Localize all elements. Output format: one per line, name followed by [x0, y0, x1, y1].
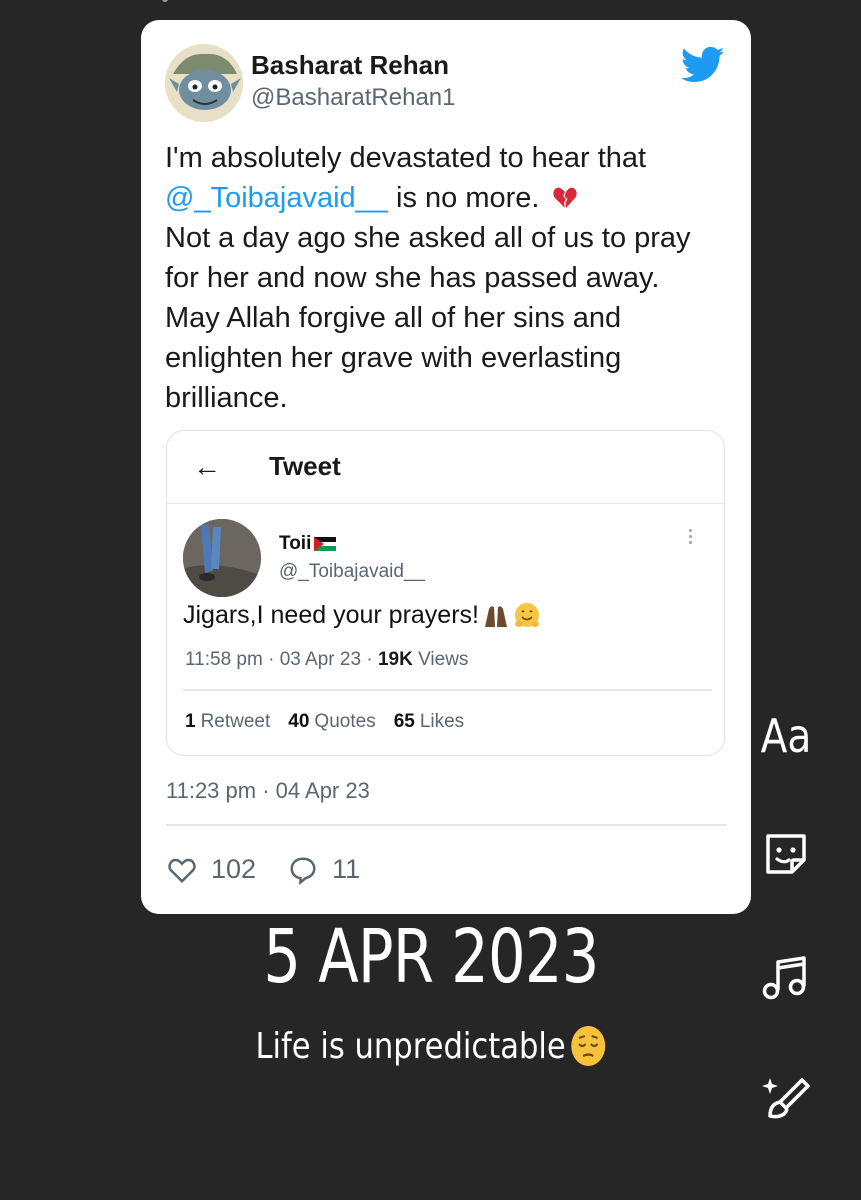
- replies-total: 11: [332, 854, 361, 884]
- reply-bubble-icon: [290, 856, 316, 885]
- quoted-author-handle: @_Toibajavaid__: [279, 561, 426, 582]
- effects-tool-button[interactable]: [756, 1070, 816, 1130]
- quoted-time: 11:58 pm · 03 Apr 23 ·: [185, 649, 378, 670]
- quoted-tweet-text: Jigars,I need your prayers!: [183, 601, 541, 630]
- views-label: Views: [418, 649, 469, 670]
- palestine-flag-icon: [314, 537, 337, 551]
- tweet-text-rest: Not a day ago she asked all of us to pra…: [165, 222, 691, 414]
- quotes-count: 40: [288, 711, 310, 732]
- retweets-label: Retweet: [200, 711, 271, 732]
- top-cut-dot: [162, 0, 168, 2]
- quotes-label: Quotes: [314, 711, 376, 732]
- tweet-text-after-mention: is no more.: [396, 182, 540, 214]
- embed-divider: [183, 689, 712, 691]
- retweets-count: 1: [185, 711, 196, 732]
- quoted-author-name: Toii: [279, 533, 337, 555]
- likes-total: 102: [211, 854, 257, 884]
- sticker-tool-button[interactable]: [756, 824, 816, 884]
- tweet-timestamp: 11:23 pm · 04 Apr 23: [166, 778, 370, 803]
- quoted-tweet-stats: 1 Retweet 40 Quotes 65 Likes: [185, 711, 464, 733]
- music-tool-button[interactable]: [756, 948, 816, 1008]
- tweet-text-intro: I'm absolutely devastated to hear that: [165, 142, 647, 174]
- likes-label: Likes: [419, 711, 465, 732]
- retweets-stat: 1 Retweet: [185, 711, 270, 733]
- broken-heart-icon: [552, 187, 577, 208]
- tweet-body: I'm absolutely devastated to hear that @…: [165, 138, 725, 418]
- pensive-face-icon: [570, 1026, 605, 1066]
- quoted-text: Jigars,I need your prayers!: [183, 601, 479, 629]
- quotes-stat: 40 Quotes: [288, 711, 375, 733]
- music-note-icon: [762, 956, 806, 1000]
- twitter-bird-icon: [681, 46, 725, 83]
- more-options-icon: [689, 529, 695, 544]
- likes-stat: 65 Likes: [394, 711, 465, 733]
- praying-hands-icon: [484, 605, 507, 627]
- author-avatar: [165, 44, 243, 122]
- back-arrow-icon: ←: [193, 451, 221, 482]
- likes-count: 65: [393, 711, 415, 732]
- text-tool-button[interactable]: Aa: [761, 706, 812, 766]
- quoted-tweet-meta: 11:58 pm · 03 Apr 23 · 19K Views: [185, 649, 468, 671]
- story-caption: Life is unpredictable: [185, 1024, 678, 1068]
- hugging-face-icon: [514, 602, 539, 627]
- embed-header: ← Tweet: [167, 431, 724, 504]
- tweet-screenshot-card[interactable]: Basharat Rehan @BasharatRehan1 I'm absol…: [141, 20, 751, 914]
- story-caption-text: Life is unpredictable: [255, 1025, 566, 1067]
- engagement-row: 102 11: [167, 854, 360, 885]
- author-handle[interactable]: @BasharatRehan1: [251, 84, 456, 112]
- views-count: 19K: [377, 649, 413, 670]
- quoted-author-name-text: Toii: [279, 533, 312, 554]
- embed-header-title: Tweet: [269, 451, 341, 481]
- card-divider: [166, 824, 726, 826]
- author-name[interactable]: Basharat Rehan: [251, 50, 449, 81]
- quoted-author-avatar: [183, 519, 261, 597]
- sticker-icon: [766, 834, 806, 874]
- quoted-tweet-screenshot: ← Tweet Toii @_Toibajavaid__ Jigars,I ne…: [166, 430, 725, 756]
- mention-link[interactable]: @_Toibajavaid__: [165, 182, 388, 214]
- heart-icon: [168, 858, 196, 883]
- sparkle-brush-icon: [762, 1078, 810, 1119]
- story-date-text: 5 APR 2023: [263, 914, 599, 1000]
